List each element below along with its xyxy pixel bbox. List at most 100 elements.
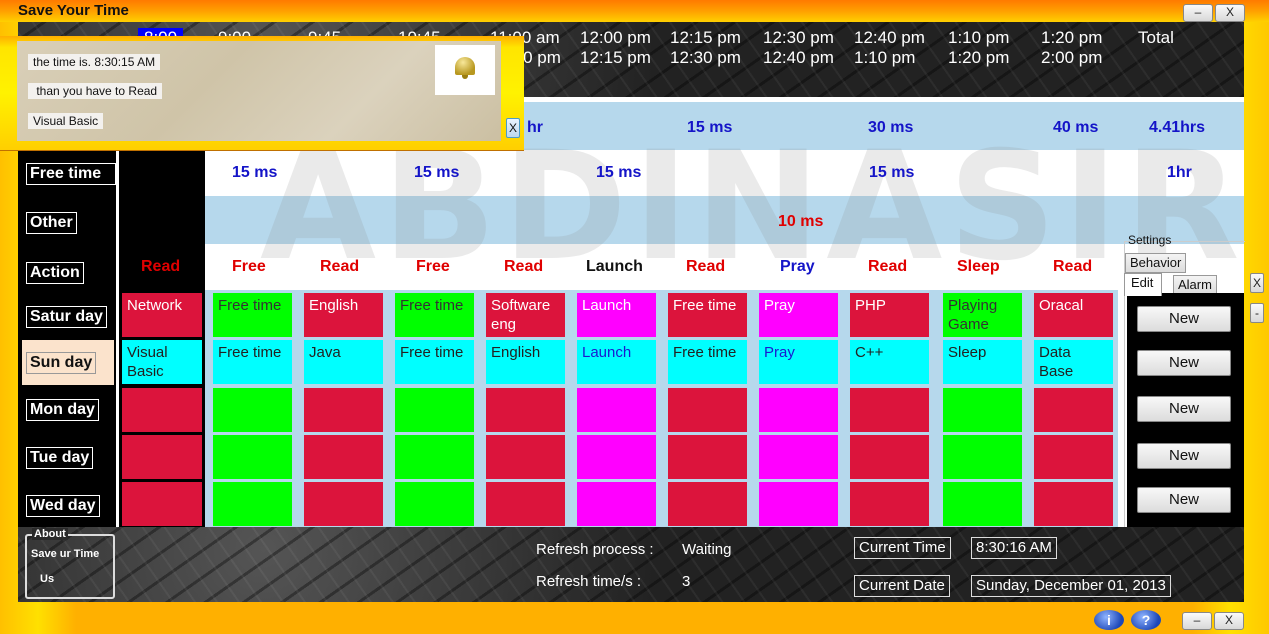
schedule-cell[interactable]: [395, 435, 474, 479]
about-save-ur-time-link[interactable]: Save ur Time: [31, 548, 99, 560]
schedule-cell[interactable]: English: [486, 340, 565, 384]
minimize-button[interactable]: –: [1183, 4, 1213, 22]
time-from: 1:10 pm: [948, 28, 1010, 47]
new-button-1[interactable]: New: [1137, 306, 1231, 332]
schedule-cell[interactable]: [668, 482, 747, 526]
schedule-cell[interactable]: [213, 388, 292, 432]
current-date-value: Sunday, December 01, 2013: [971, 575, 1171, 597]
refresh-time-label: Refresh time/s :: [536, 573, 642, 590]
time-to: 12:15 pm: [580, 48, 651, 67]
new-button-5[interactable]: New: [1137, 487, 1231, 513]
sidebar-item-free-time[interactable]: Free time: [26, 163, 116, 185]
schedule-cell[interactable]: [122, 435, 202, 479]
schedule-cell[interactable]: [486, 435, 565, 479]
schedule-cell[interactable]: Pray: [759, 340, 838, 384]
schedule-cell[interactable]: [122, 388, 202, 432]
time-to: 2:00 pm: [1041, 48, 1103, 67]
schedule-cell[interactable]: Launch: [577, 340, 656, 384]
schedule-cell[interactable]: Data Base: [1034, 340, 1113, 384]
tab-behavior[interactable]: Behavior: [1125, 253, 1187, 273]
sidebar-item-monday[interactable]: Mon day: [26, 399, 99, 421]
schedule-cell[interactable]: [759, 388, 838, 432]
schedule-cell[interactable]: Software eng: [486, 293, 565, 337]
schedule-cell[interactable]: [1034, 482, 1113, 526]
schedule-cell[interactable]: [213, 435, 292, 479]
schedule-cell[interactable]: [668, 435, 747, 479]
schedule-cell[interactable]: C++: [850, 340, 929, 384]
new-button-4[interactable]: New: [1137, 443, 1231, 469]
new-button-3[interactable]: New: [1137, 396, 1231, 422]
info-icon[interactable]: i: [1094, 610, 1124, 630]
schedule-cell[interactable]: [577, 388, 656, 432]
schedule-cell[interactable]: Free time: [395, 340, 474, 384]
schedule-cell[interactable]: [486, 388, 565, 432]
duration-label: 10 ms: [778, 213, 824, 230]
action-label: Read: [504, 258, 544, 275]
about-group: About Save ur Time Us: [25, 528, 115, 599]
schedule-cell[interactable]: [395, 482, 474, 526]
schedule-cell[interactable]: Sleep: [943, 340, 1022, 384]
sidebar-item-sunday[interactable]: Sun day: [26, 352, 97, 374]
time-from: 12:40 pm: [854, 28, 925, 47]
schedule-cell[interactable]: Network: [122, 293, 202, 337]
schedule-cell[interactable]: [1034, 435, 1113, 479]
schedule-cell[interactable]: [943, 482, 1022, 526]
schedule-cell[interactable]: Free time: [395, 293, 474, 337]
action-label: Sleep: [957, 258, 1000, 275]
refresh-process-value: Waiting: [682, 541, 732, 558]
schedule-cell[interactable]: Playing Game: [943, 293, 1022, 337]
time-to: 12:40 pm: [763, 48, 834, 67]
schedule-cell[interactable]: [577, 482, 656, 526]
schedule-cell[interactable]: [850, 388, 929, 432]
sidebar-item-tuesday[interactable]: Tue day: [26, 447, 94, 469]
schedule-cell[interactable]: Pray: [759, 293, 838, 337]
sidebar-item-wednesday[interactable]: Wed day: [26, 495, 100, 517]
schedule-cell[interactable]: [943, 388, 1022, 432]
schedule-cell[interactable]: [577, 435, 656, 479]
action-label: Pray: [780, 258, 815, 275]
window-title: Save Your Time: [18, 2, 129, 19]
schedule-cell[interactable]: [759, 482, 838, 526]
schedule-cell[interactable]: [304, 482, 383, 526]
schedule-cell[interactable]: [759, 435, 838, 479]
tab-alarm[interactable]: Alarm: [1173, 275, 1217, 295]
schedule-cell[interactable]: [304, 388, 383, 432]
action-label: Free: [232, 258, 266, 275]
schedule-cell[interactable]: Launch: [577, 293, 656, 337]
schedule-cell[interactable]: [850, 482, 929, 526]
tab-edit[interactable]: Edit: [1124, 273, 1163, 296]
schedule-cell[interactable]: English: [304, 293, 383, 337]
schedule-cell[interactable]: [943, 435, 1022, 479]
side-close-button[interactable]: X: [1250, 273, 1264, 293]
schedule-cell[interactable]: [668, 388, 747, 432]
help-icon[interactable]: ?: [1131, 610, 1161, 630]
close-button[interactable]: X: [1215, 4, 1245, 22]
sidebar-item-other[interactable]: Other: [26, 212, 77, 234]
schedule-cell[interactable]: Oracal: [1034, 293, 1113, 337]
schedule-cell[interactable]: [850, 435, 929, 479]
duration-label: 15 ms: [414, 164, 460, 181]
schedule-cell[interactable]: Free time: [668, 293, 747, 337]
schedule-cell[interactable]: [486, 482, 565, 526]
schedule-cell[interactable]: PHP: [850, 293, 929, 337]
sidebar-item-action[interactable]: Action: [26, 262, 84, 284]
bottom-minimize-button[interactable]: –: [1182, 612, 1212, 630]
side-minimize-button[interactable]: -: [1250, 303, 1264, 323]
schedule-cell[interactable]: [304, 435, 383, 479]
schedule-cell[interactable]: Visual Basic: [122, 340, 202, 384]
schedule-cell[interactable]: [213, 482, 292, 526]
schedule-cell[interactable]: Free time: [668, 340, 747, 384]
schedule-cell[interactable]: [395, 388, 474, 432]
duration-label: 15 ms: [596, 164, 642, 181]
bell-icon: [455, 57, 475, 79]
alarm-close-button[interactable]: X: [506, 118, 520, 138]
schedule-cell[interactable]: Free time: [213, 340, 292, 384]
about-us-link[interactable]: Us: [40, 573, 54, 585]
new-button-2[interactable]: New: [1137, 350, 1231, 376]
schedule-cell[interactable]: [122, 482, 202, 526]
bottom-close-button[interactable]: X: [1214, 612, 1244, 630]
schedule-cell[interactable]: Java: [304, 340, 383, 384]
schedule-cell[interactable]: [1034, 388, 1113, 432]
schedule-cell[interactable]: Free time: [213, 293, 292, 337]
sidebar-item-saturday[interactable]: Satur day: [26, 306, 107, 328]
